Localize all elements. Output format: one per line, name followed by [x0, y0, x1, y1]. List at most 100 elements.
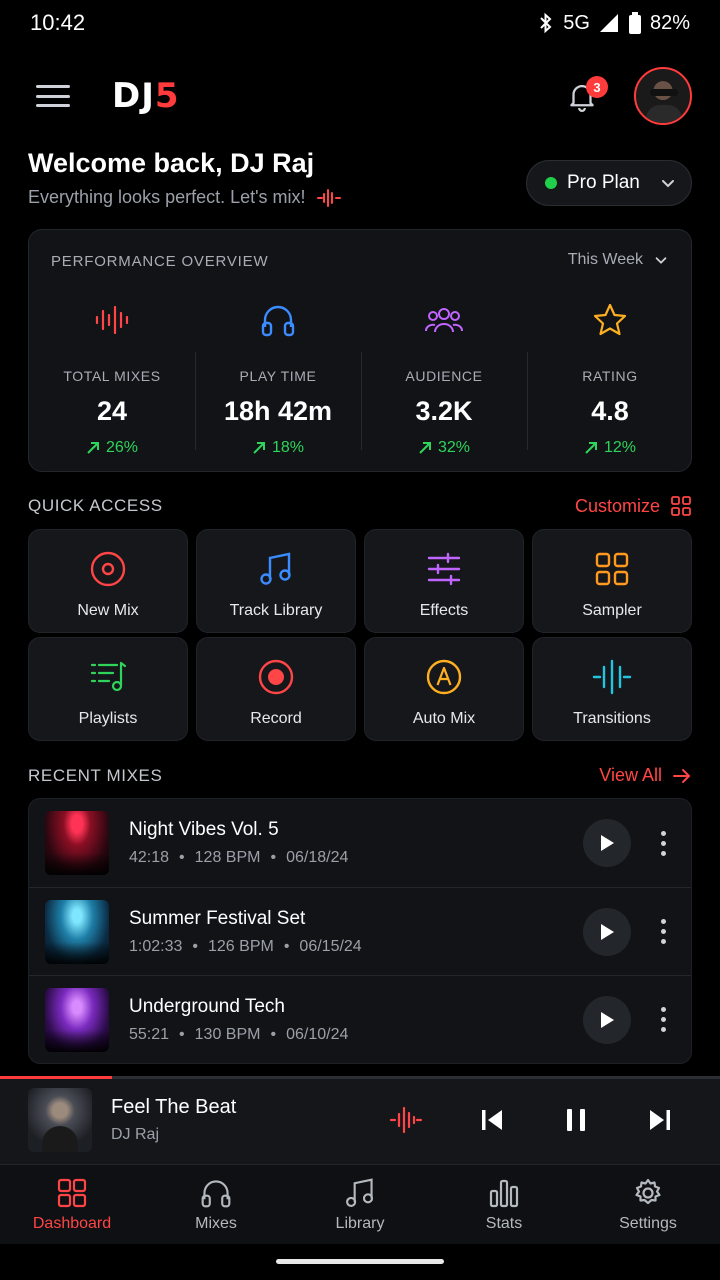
- customize-button[interactable]: Customize: [575, 495, 692, 517]
- stat-value: 18h 42m: [223, 396, 333, 426]
- play-icon: [601, 835, 614, 851]
- recent-mixes-title: RECENT MIXES: [28, 766, 163, 785]
- quick-record[interactable]: Record: [196, 637, 356, 741]
- tab-label: Settings: [619, 1215, 677, 1232]
- mix-artwork: [45, 811, 109, 875]
- welcome-section: Welcome back, DJ Raj Everything looks pe…: [28, 148, 508, 208]
- quick-new-mix[interactable]: New Mix: [28, 529, 188, 633]
- app-logo: DJ 5: [112, 76, 180, 116]
- stat-delta-value: 12%: [603, 439, 637, 456]
- music-note-icon: [260, 552, 291, 585]
- stat-label: RATING: [582, 368, 638, 384]
- quick-track-library[interactable]: Track Library: [196, 529, 356, 633]
- trend-up-icon: [253, 442, 265, 454]
- stat-label: AUDIENCE: [405, 368, 483, 384]
- mix-date: 06/15/24: [299, 937, 362, 955]
- welcome-title: Welcome back, DJ Raj: [28, 148, 315, 178]
- chevron-down-icon: [655, 257, 667, 264]
- now-playing-artist: DJ Raj: [111, 1126, 160, 1143]
- more-options-button[interactable]: [651, 1000, 675, 1040]
- playback-progress-fill: [0, 1076, 112, 1079]
- mix-row[interactable]: Summer Festival Set 1:02:33 • 126 BPM • 06…: [29, 887, 691, 975]
- grid-icon: [595, 552, 629, 586]
- menu-icon-line: [36, 104, 70, 107]
- record-icon: [258, 659, 294, 695]
- play-button[interactable]: [583, 995, 631, 1044]
- mix-bpm: 126 BPM: [208, 937, 274, 955]
- arrow-right-icon: [673, 768, 691, 783]
- tab-settings[interactable]: Settings: [576, 1165, 720, 1244]
- mix-title: Underground Tech: [129, 995, 285, 1017]
- mix-title: Summer Festival Set: [129, 907, 306, 929]
- mix-date: 06/10/24: [286, 1025, 349, 1043]
- stat-value: 4.8: [591, 396, 629, 426]
- mix-duration: 55:21: [129, 1025, 170, 1043]
- now-playing-bar[interactable]: Feel The Beat DJ Raj: [0, 1076, 720, 1164]
- home-indicator[interactable]: [276, 1259, 444, 1264]
- record-disc-icon: [90, 551, 126, 587]
- battery-level: 82%: [649, 11, 690, 34]
- play-button[interactable]: [583, 907, 631, 956]
- mix-row[interactable]: Night Vibes Vol. 5 42:18 • 128 BPM • 06/18…: [29, 799, 691, 887]
- more-options-button[interactable]: [651, 912, 675, 952]
- music-note-icon: [346, 1178, 374, 1207]
- tab-stats[interactable]: Stats: [432, 1165, 576, 1244]
- stat-delta-value: 32%: [437, 439, 471, 456]
- next-button[interactable]: [640, 1100, 680, 1140]
- previous-button[interactable]: [472, 1100, 512, 1140]
- network-label: 5G: [563, 11, 590, 34]
- grid-icon: [671, 496, 691, 516]
- logo-accent: 5: [154, 76, 180, 116]
- now-playing-title: Feel The Beat: [111, 1096, 237, 1118]
- tab-label: Mixes: [195, 1215, 237, 1232]
- tab-label: Stats: [485, 1215, 523, 1232]
- trend-up-icon: [585, 442, 597, 454]
- tab-library[interactable]: Library: [288, 1165, 432, 1244]
- play-button[interactable]: [583, 819, 631, 867]
- auto-mix-icon: [426, 659, 462, 695]
- quick-transitions[interactable]: Transitions: [532, 637, 692, 741]
- skip-previous-icon: [482, 1110, 502, 1130]
- tab-mixes[interactable]: Mixes: [144, 1165, 288, 1244]
- recent-mixes-list: Night Vibes Vol. 5 42:18 • 128 BPM • 06/18…: [28, 798, 692, 1064]
- view-all-button[interactable]: View All: [599, 765, 692, 786]
- play-icon: [601, 1011, 614, 1028]
- menu-button[interactable]: [36, 82, 70, 110]
- tab-label: Library: [335, 1215, 385, 1232]
- stat-value: 24: [96, 396, 128, 426]
- quick-auto-mix[interactable]: Auto Mix: [364, 637, 524, 741]
- quick-label: Sampler: [582, 602, 642, 619]
- waveform-icon: [95, 305, 129, 335]
- notifications-button[interactable]: 3: [558, 72, 608, 120]
- view-all-label: View All: [599, 765, 662, 785]
- pause-icon: [567, 1109, 585, 1131]
- quick-access-title: QUICK ACCESS: [28, 496, 163, 515]
- stat-audience: AUDIENCE 3.2K 32%: [361, 298, 527, 457]
- headphones-icon: [201, 1180, 231, 1208]
- dashboard-icon: [57, 1178, 87, 1208]
- stat-total-mixes: TOTAL MIXES 24 26%: [29, 298, 195, 457]
- quick-label: Transitions: [573, 710, 651, 727]
- avatar[interactable]: [634, 67, 692, 125]
- welcome-subtitle: Everything looks perfect. Let's mix!: [28, 187, 508, 208]
- pause-button[interactable]: [556, 1100, 596, 1140]
- quick-sampler[interactable]: Sampler: [532, 529, 692, 633]
- sliders-icon: [427, 552, 461, 586]
- bar-chart-icon: [489, 1179, 519, 1208]
- welcome-subtitle-text: Everything looks perfect. Let's mix!: [28, 187, 306, 207]
- menu-icon-line: [36, 85, 70, 88]
- range-selector[interactable]: This Week: [568, 251, 669, 269]
- waveform-button[interactable]: [386, 1100, 426, 1140]
- quick-label: Record: [250, 710, 302, 727]
- playback-progress[interactable]: [0, 1076, 720, 1079]
- mix-row[interactable]: Underground Tech 55:21 • 130 BPM • 06/10/2…: [29, 975, 691, 1063]
- tab-dashboard[interactable]: Dashboard: [0, 1165, 144, 1244]
- quick-label: New Mix: [77, 602, 139, 619]
- quick-playlists[interactable]: Playlists: [28, 637, 188, 741]
- mix-title: Night Vibes Vol. 5: [129, 819, 279, 840]
- more-options-button[interactable]: [651, 823, 675, 863]
- mix-date: 06/18/24: [286, 849, 349, 866]
- quick-effects[interactable]: Effects: [364, 529, 524, 633]
- plan-selector[interactable]: Pro Plan: [526, 160, 692, 206]
- stat-play-time: PLAY TIME 18h 42m 18%: [195, 298, 361, 457]
